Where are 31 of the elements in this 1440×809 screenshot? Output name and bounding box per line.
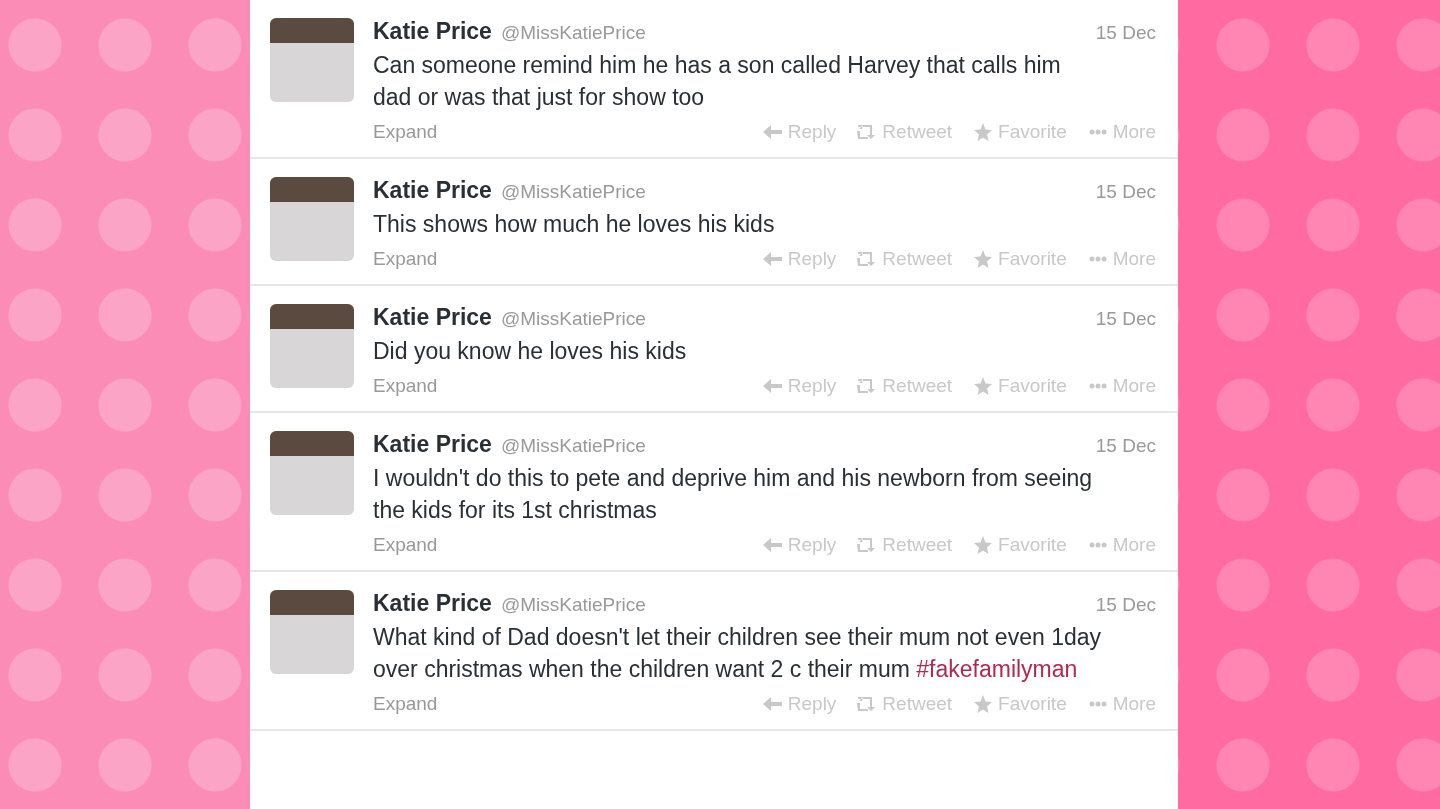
user-handle: @MissKatiePrice bbox=[500, 435, 646, 457]
tweet-text: This shows how much he loves his kids bbox=[373, 210, 776, 239]
user-name[interactable]: Katie Price bbox=[373, 304, 492, 331]
reply-arrow-icon bbox=[761, 377, 784, 395]
tweet-date[interactable]: 15 Dec bbox=[1095, 435, 1156, 457]
hashtag-link[interactable]: #fakefamilyman bbox=[916, 656, 1078, 682]
tweet-date[interactable]: 15 Dec bbox=[1095, 22, 1156, 44]
tweet-text: I wouldn't do this to pete and deprive him and his newborn from seeing the kids for its 1st christmas bbox=[373, 464, 1094, 525]
reply-arrow-icon bbox=[761, 123, 784, 141]
expand-link[interactable]: Expand bbox=[373, 534, 438, 556]
expand-link[interactable]: Expand bbox=[373, 121, 438, 143]
user-handle: @MissKatiePrice bbox=[500, 308, 646, 330]
reply-arrow-icon bbox=[761, 536, 784, 554]
user-handle: @MissKatiePrice bbox=[500, 181, 646, 203]
user-handle: @MissKatiePrice bbox=[500, 594, 646, 616]
tweet-date[interactable]: 15 Dec bbox=[1095, 181, 1156, 203]
tweet-text: Can someone remind him he has a son called Harvey that calls him dad or was that just for show too bbox=[373, 51, 1062, 112]
expand-link[interactable]: Expand bbox=[373, 693, 438, 715]
expand-link[interactable]: Expand bbox=[373, 248, 438, 270]
user-name[interactable]: Katie Price bbox=[373, 431, 492, 458]
reply-arrow-icon bbox=[761, 695, 784, 713]
tweet-text: Did you know he loves his kids bbox=[373, 337, 688, 366]
tweet-date[interactable]: 15 Dec bbox=[1095, 308, 1156, 330]
tweet-text: What kind of Dad doesn't let their children see their mum not even 1day over christmas when the children want 2 c their mum #fakefamilyman bbox=[373, 623, 1102, 684]
user-name[interactable]: Katie Price bbox=[373, 18, 492, 45]
user-name[interactable]: Katie Price bbox=[373, 590, 492, 617]
expand-link[interactable]: Expand bbox=[373, 375, 438, 397]
user-handle: @MissKatiePrice bbox=[500, 22, 646, 44]
user-name[interactable]: Katie Price bbox=[373, 177, 492, 204]
reply-arrow-icon bbox=[761, 250, 784, 268]
tweet-date[interactable]: 15 Dec bbox=[1095, 594, 1156, 616]
